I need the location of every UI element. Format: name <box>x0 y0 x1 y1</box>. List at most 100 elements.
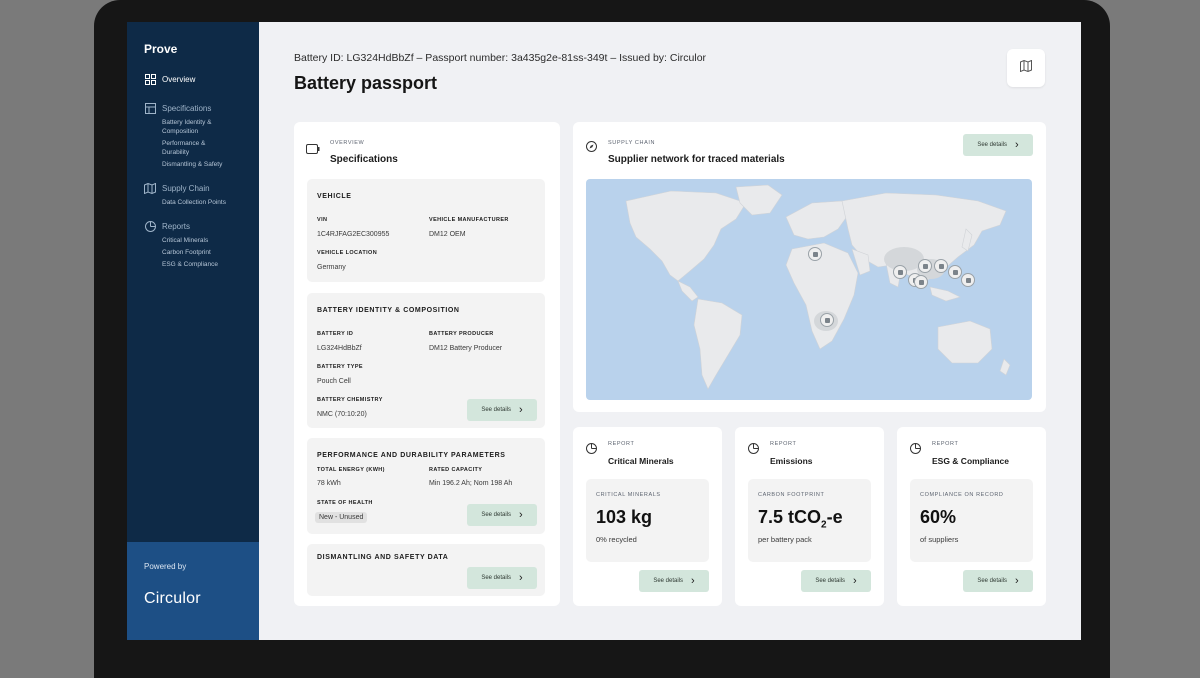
report-title: Critical Minerals <box>608 456 674 466</box>
sidebar-subitem-esg[interactable]: ESG & Compliance <box>144 260 256 269</box>
battery-chemistry-value: NMC (70:10:20) <box>317 411 367 418</box>
sidebar-subitem-performance[interactable]: Performance & Durability <box>144 139 226 157</box>
supplier-pin[interactable] <box>918 259 932 273</box>
sidebar-item-label: Overview <box>162 74 196 84</box>
sidebar: Prove Overview Specifications Battery Id… <box>127 22 259 640</box>
battery-producer-label: BATTERY PRODUCER <box>429 331 494 337</box>
dismantling-see-details-button[interactable]: See details › <box>467 567 537 589</box>
report-eyebrow: REPORT <box>770 441 797 447</box>
page-title: Battery passport <box>294 73 438 93</box>
world-map-land <box>625 184 1011 390</box>
specs-title: Specifications <box>330 154 398 165</box>
chevron-right-icon: › <box>691 574 695 587</box>
supplier-pin[interactable] <box>808 247 822 261</box>
supplier-pin[interactable] <box>914 275 928 289</box>
report-card-critical-minerals: REPORT Critical Minerals CRITICAL MINERA… <box>573 427 722 606</box>
chevron-right-icon: › <box>519 571 523 584</box>
report-metric-value: 103 kg <box>596 507 653 527</box>
vehicle-section: VEHICLE VIN 1C4RJFAG2EC300955 VEHICLE MA… <box>307 179 545 282</box>
supply-chain-eyebrow: SUPPLY CHAIN <box>608 140 656 146</box>
map-icon <box>144 182 156 194</box>
vin-value: 1C4RJFAG2EC300955 <box>317 231 390 238</box>
battery-id-label: BATTERY ID <box>317 331 354 337</box>
specs-eyebrow: OVERVIEW <box>330 140 365 146</box>
esg-see-details-button[interactable]: See details › <box>963 570 1033 592</box>
sidebar-subitem-carbon-footprint[interactable]: Carbon Footprint <box>144 248 256 257</box>
pie-chart-icon <box>144 220 156 232</box>
chevron-right-icon: › <box>1015 574 1019 587</box>
map-toggle-button[interactable] <box>1007 49 1045 87</box>
battery-producer-value: DM12 Battery Producer <box>429 345 503 352</box>
see-details-label: See details <box>653 578 683 584</box>
app-screen: Prove Overview Specifications Battery Id… <box>127 22 1081 640</box>
report-metric-panel: COMPLIANCE ON RECORD 60% of suppliers <box>910 479 1033 562</box>
critical-minerals-see-details-button[interactable]: See details › <box>639 570 709 592</box>
report-metric-label: CARBON FOOTPRINT <box>758 492 825 498</box>
sidebar-item-overview[interactable]: Overview <box>144 72 256 86</box>
see-details-label: See details <box>481 512 511 518</box>
see-details-label: See details <box>977 142 1007 148</box>
report-card-emissions: REPORT Emissions CARBON FOOTPRINT 7.5 tC… <box>735 427 884 606</box>
battery-type-value: Pouch Cell <box>317 378 351 385</box>
sidebar-item-label: Specifications <box>162 103 212 113</box>
vehicle-location-value: Germany <box>317 264 346 271</box>
supplier-pin[interactable] <box>820 313 834 327</box>
supplier-pin[interactable] <box>948 265 962 279</box>
supplier-pin[interactable] <box>961 273 975 287</box>
performance-see-details-button[interactable]: See details › <box>467 504 537 526</box>
performance-section-title: PERFORMANCE AND DURABILITY PARAMETERS <box>317 452 506 459</box>
sidebar-subitem-dismantling[interactable]: Dismantling & Safety <box>144 160 256 169</box>
rated-capacity-label: RATED CAPACITY <box>429 467 483 473</box>
report-metric-value: 60% <box>920 507 957 527</box>
see-details-label: See details <box>815 578 845 584</box>
sidebar-subitem-critical-minerals[interactable]: Critical Minerals <box>144 236 256 245</box>
table-icon <box>144 102 156 114</box>
sidebar-subitem-data-collection[interactable]: Data Collection Points <box>144 198 256 207</box>
total-energy-value: 78 kWh <box>317 480 341 487</box>
sidebar-nav: Overview Specifications Battery Identity… <box>144 72 256 269</box>
rated-capacity-value: Min 196.2 Ah; Nom 198 Ah <box>429 480 513 487</box>
chevron-right-icon: › <box>853 574 857 587</box>
compass-icon <box>586 139 597 157</box>
battery-section-title: BATTERY IDENTITY & COMPOSITION <box>317 307 460 314</box>
report-eyebrow: REPORT <box>608 441 635 447</box>
pie-chart-icon <box>910 441 921 459</box>
pie-chart-icon <box>586 441 597 459</box>
performance-section: PERFORMANCE AND DURABILITY PARAMETERS TO… <box>307 438 545 534</box>
report-metric-label: COMPLIANCE ON RECORD <box>920 492 1004 498</box>
supplier-pin[interactable] <box>893 265 907 279</box>
chevron-right-icon: › <box>519 403 523 416</box>
vehicle-location-label: VEHICLE LOCATION <box>317 250 378 256</box>
vin-label: VIN <box>317 217 328 223</box>
map-icon <box>1020 59 1032 77</box>
sidebar-item-specifications[interactable]: Specifications <box>144 101 256 115</box>
vehicle-section-title: VEHICLE <box>317 193 352 200</box>
battery-identity-section: BATTERY IDENTITY & COMPOSITION BATTERY I… <box>307 293 545 428</box>
passport-meta: Battery ID: LG324HdBbZf – Passport numbe… <box>294 52 707 64</box>
sidebar-item-supply-chain[interactable]: Supply Chain <box>144 181 256 195</box>
supplier-world-map[interactable] <box>586 179 1032 400</box>
supply-chain-see-details-button[interactable]: See details › <box>963 134 1033 156</box>
report-metric-caption: per battery pack <box>758 535 812 544</box>
specifications-card: OVERVIEW Specifications VEHICLE VIN 1C4R… <box>294 122 560 606</box>
see-details-label: See details <box>977 578 1007 584</box>
vehicle-manufacturer-label: VEHICLE MANUFACTURER <box>429 217 509 223</box>
report-metric-value: 7.5 tCO2-e <box>758 507 843 531</box>
state-of-health-label: STATE OF HEALTH <box>317 500 373 506</box>
vehicle-manufacturer-value: DM12 OEM <box>429 231 466 238</box>
chevron-right-icon: › <box>519 508 523 521</box>
report-metric-caption: 0% recycled <box>596 535 637 544</box>
report-card-esg: REPORT ESG & Compliance COMPLIANCE ON RE… <box>897 427 1046 606</box>
total-energy-label: TOTAL ENERGY (kWh) <box>317 467 385 473</box>
sidebar-item-reports[interactable]: Reports <box>144 219 256 233</box>
circulor-logo: Circulor <box>144 590 201 607</box>
dismantling-section: DISMANTLING AND SAFETY DATA See details … <box>307 544 545 596</box>
emissions-see-details-button[interactable]: See details › <box>801 570 871 592</box>
battery-see-details-button[interactable]: See details › <box>467 399 537 421</box>
sidebar-subitem-battery-identity[interactable]: Battery Identity & Composition <box>144 118 232 136</box>
sidebar-item-label: Supply Chain <box>162 183 210 193</box>
app-brand: Prove <box>144 42 178 56</box>
see-details-label: See details <box>481 407 511 413</box>
supplier-pin[interactable] <box>934 259 948 273</box>
powered-by-label: Powered by <box>144 562 187 571</box>
